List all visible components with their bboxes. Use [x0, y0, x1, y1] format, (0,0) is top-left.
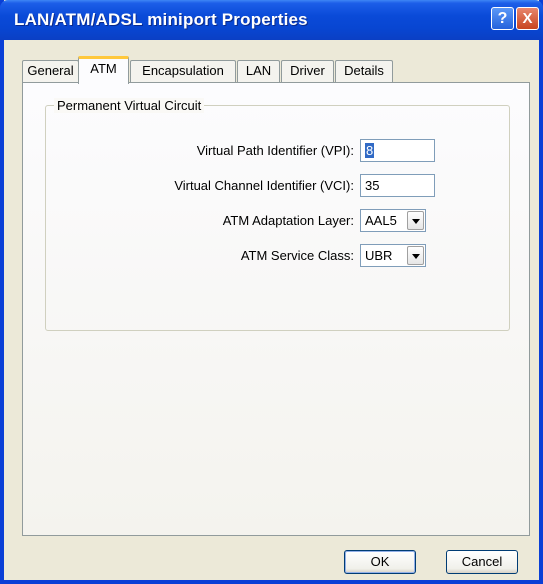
vpi-input[interactable]: 8 — [360, 139, 435, 162]
ok-button[interactable]: OK — [344, 550, 416, 574]
tab-atm[interactable]: ATM — [78, 56, 129, 84]
chevron-down-icon[interactable] — [407, 211, 424, 230]
vpi-value: 8 — [365, 143, 375, 158]
tab-details[interactable]: Details — [335, 60, 393, 82]
tab-lan[interactable]: LAN — [237, 60, 280, 82]
tab-general[interactable]: General — [22, 60, 79, 82]
aal-value: AAL5 — [365, 213, 397, 228]
window-title: LAN/ATM/ADSL miniport Properties — [14, 10, 308, 29]
vci-input[interactable]: 35 — [360, 174, 435, 197]
help-button[interactable]: ? — [491, 7, 514, 30]
tab-driver[interactable]: Driver — [281, 60, 334, 82]
cancel-button[interactable]: Cancel — [446, 550, 518, 574]
pvc-group-label: Permanent Virtual Circuit — [54, 98, 205, 113]
close-icon: X — [522, 10, 533, 27]
service-class-select[interactable]: UBR — [360, 244, 426, 267]
pvc-groupbox: Permanent Virtual Circuit Virtual Path I… — [45, 98, 510, 331]
properties-dialog: LAN/ATM/ADSL miniport Properties ? X Gen… — [0, 0, 543, 584]
vpi-label: Virtual Path Identifier (VPI): — [196, 143, 354, 158]
title-bar[interactable]: LAN/ATM/ADSL miniport Properties ? X — [0, 0, 543, 40]
service-class-value: UBR — [365, 248, 393, 263]
tab-encapsulation[interactable]: Encapsulation — [130, 60, 236, 82]
vci-value: 35 — [365, 178, 380, 193]
close-button[interactable]: X — [516, 7, 539, 30]
help-icon: ? — [497, 10, 508, 27]
vci-label: Virtual Channel Identifier (VCI): — [174, 178, 354, 193]
atm-tab-panel: Permanent Virtual Circuit Virtual Path I… — [22, 82, 530, 536]
chevron-down-icon[interactable] — [407, 246, 424, 265]
aal-select[interactable]: AAL5 — [360, 209, 426, 232]
service-class-label: ATM Service Class: — [240, 248, 354, 263]
aal-label: ATM Adaptation Layer: — [222, 213, 354, 228]
